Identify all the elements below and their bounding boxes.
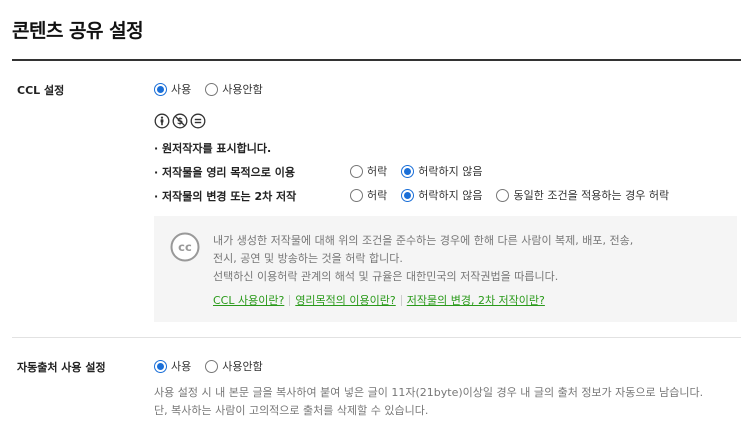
ccl-help-links: CCL 사용이란? 영리목적의 이용이란? 저작물의 변경, 2차 저작이란?: [213, 292, 545, 308]
info-line: 내가 생성한 저작물에 대해 위의 조건을 준수하는 경우에 한해 다른 사람이…: [213, 234, 634, 247]
auto-source-description: 사용 설정 시 내 본문 글을 복사하여 붙여 넣은 글이 11자(21byte…: [154, 384, 703, 420]
radio-unchecked-icon[interactable]: [496, 188, 510, 202]
ccl-use-radio-group: 사용 사용안함: [154, 81, 277, 97]
auto-source-radio-group: 사용 사용안함: [154, 358, 277, 374]
radio-label: 사용: [171, 83, 192, 96]
page-title: 콘텐츠 공유 설정: [12, 20, 144, 42]
ccl-info-box: cc 내가 생성한 저작물에 대해 위의 조건을 준수하는 경우에 한해 다른 …: [154, 216, 737, 322]
derivative-work-link[interactable]: 저작물의 변경, 2차 저작이란?: [407, 292, 545, 308]
radio-checked-icon[interactable]: [401, 164, 415, 178]
derivative-label: · 저작물의 변경 또는 2차 저작: [154, 190, 297, 203]
section-divider: [12, 337, 741, 338]
cc-icon: cc: [170, 232, 200, 262]
link-separator: [400, 294, 402, 306]
derivative-deny-radio[interactable]: 허락하지 않음: [401, 187, 482, 203]
radio-label: 사용안함: [222, 83, 263, 96]
radio-unchecked-icon[interactable]: [350, 188, 363, 202]
derivative-radio-group: 허락 허락하지 않음 동일한 조건을 적용하는 경우 허락: [350, 187, 683, 203]
ccl-use-radio[interactable]: 사용: [154, 81, 191, 97]
desc-line: 사용 설정 시 내 본문 글을 복사하여 붙여 넣은 글이 11자(21byte…: [154, 386, 704, 399]
cc-badge-text: cc: [178, 240, 192, 254]
radio-unchecked-icon[interactable]: [205, 359, 219, 373]
commercial-use-label: · 저작물을 영리 목적으로 이용: [154, 166, 295, 179]
radio-unchecked-icon[interactable]: [350, 164, 363, 178]
radio-label: 사용: [171, 360, 192, 373]
desc-line: 단, 복사하는 사람이 고의적으로 출처를 삭제할 수 있습니다.: [154, 404, 429, 417]
radio-checked-icon[interactable]: [154, 359, 167, 373]
info-line: 선택하신 이용허락 관계의 해석 및 규율은 대한민국의 저작권법을 따릅니다.: [213, 270, 559, 283]
auto-source-label: 자동출처 사용 설정: [17, 361, 106, 374]
radio-label: 동일한 조건을 적용하는 경우 허락: [513, 189, 670, 202]
info-line: 전시, 공연 및 방송하는 것을 허락 합니다.: [213, 252, 403, 265]
attribution-icon: [154, 113, 170, 129]
commercial-use-link[interactable]: 영리목적의 이용이란?: [295, 292, 395, 308]
link-separator: [289, 294, 291, 306]
derivative-sharealike-radio[interactable]: 동일한 조건을 적용하는 경우 허락: [496, 187, 669, 203]
attribution-text: · 원저작자를 표시합니다.: [154, 142, 272, 155]
ccl-setting-label: CCL 설정: [17, 84, 65, 97]
auto-source-unuse-radio[interactable]: 사용안함: [205, 358, 263, 374]
radio-label: 허락하지 않음: [418, 189, 483, 202]
auto-source-use-radio[interactable]: 사용: [154, 358, 191, 374]
derivative-allow-radio[interactable]: 허락: [350, 187, 387, 203]
commercial-allow-radio[interactable]: 허락: [350, 163, 387, 179]
license-icons: $: [154, 113, 208, 129]
commercial-deny-radio[interactable]: 허락하지 않음: [401, 163, 482, 179]
commercial-radio-group: 허락 허락하지 않음: [350, 163, 496, 179]
ccl-info-text: 내가 생성한 저작물에 대해 위의 조건을 준수하는 경우에 한해 다른 사람이…: [213, 232, 633, 286]
ccl-unuse-radio[interactable]: 사용안함: [205, 81, 263, 97]
radio-label: 사용안함: [222, 360, 263, 373]
radio-checked-icon[interactable]: [154, 82, 167, 96]
radio-checked-icon[interactable]: [401, 188, 415, 202]
noncommercial-icon: $: [172, 113, 188, 129]
radio-label: 허락: [367, 189, 388, 202]
radio-unchecked-icon[interactable]: [205, 82, 219, 96]
ccl-usage-link[interactable]: CCL 사용이란?: [213, 292, 284, 308]
title-divider: [12, 59, 741, 61]
radio-label: 허락: [367, 165, 388, 178]
noderivatives-icon: [190, 113, 206, 129]
radio-label: 허락하지 않음: [418, 165, 483, 178]
